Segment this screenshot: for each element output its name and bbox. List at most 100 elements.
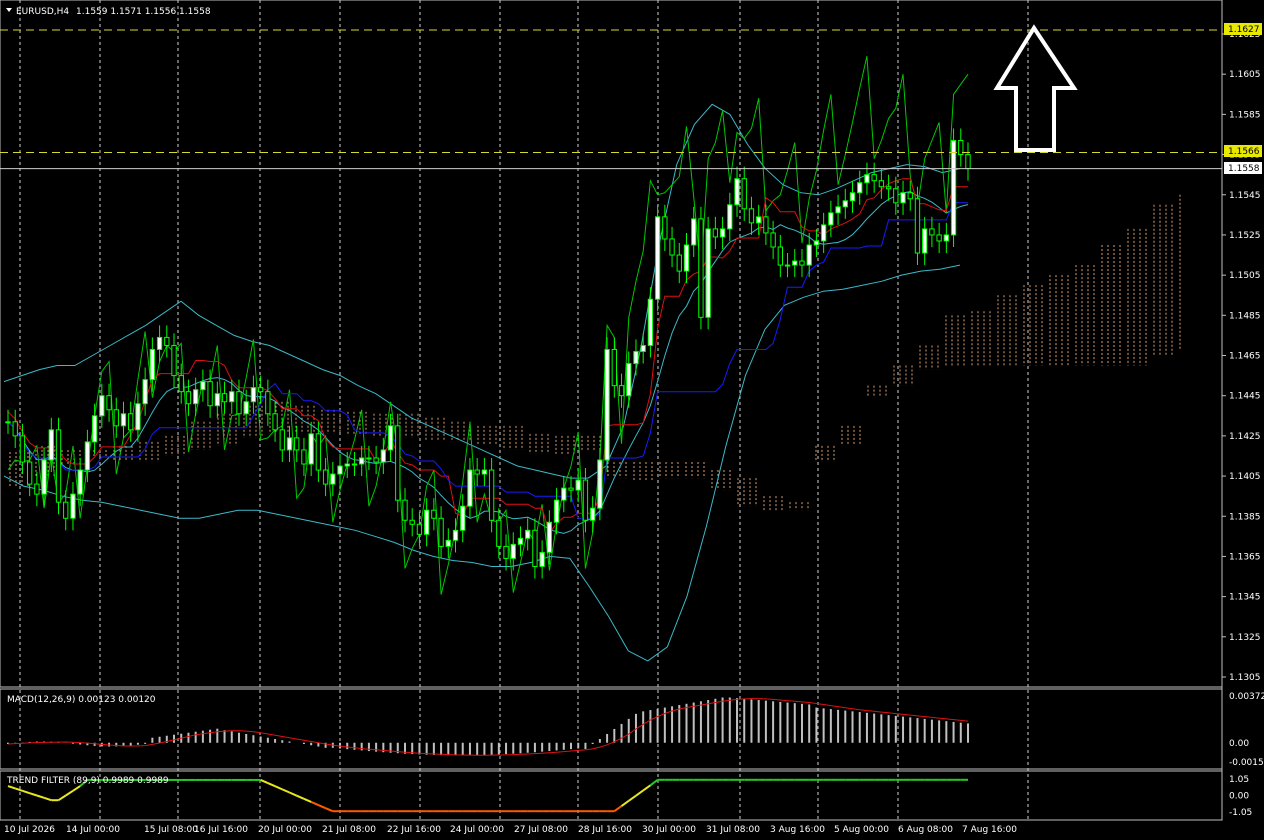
candle-body (669, 238, 675, 256)
candle-body (503, 545, 509, 559)
candle-body (864, 174, 870, 184)
time-label: 6 Aug 08:00 (898, 825, 953, 835)
time-label: 3 Aug 16:00 (770, 825, 825, 835)
candle-body (929, 228, 935, 236)
price-label: 1.1325 (1229, 633, 1261, 643)
macd-scale-label: -0.00153 (1229, 758, 1264, 768)
candle-body (344, 463, 350, 467)
price-label: 1.1445 (1229, 392, 1261, 402)
candle-body (301, 449, 307, 465)
candle-body (286, 437, 293, 451)
candle-body (698, 218, 704, 318)
price-label: 1.1465 (1229, 352, 1261, 362)
candle-body (633, 350, 639, 365)
candle-body (330, 473, 336, 485)
candle-body (532, 529, 538, 567)
candle-body (618, 385, 625, 397)
candle-body (561, 487, 567, 501)
candle-body (265, 391, 271, 415)
trend-plot-area[interactable] (0, 770, 1223, 821)
candle-body (387, 425, 394, 451)
candle-body (322, 469, 329, 485)
time-label: 24 Jul 00:00 (450, 825, 504, 835)
candle-body (315, 433, 322, 471)
candle-body (705, 228, 711, 318)
candle-body (445, 539, 451, 547)
macd-plot-area[interactable] (0, 688, 1223, 770)
price-label: 1.1585 (1229, 110, 1261, 120)
candle-body (70, 493, 76, 519)
time-label: 28 Jul 16:00 (578, 825, 632, 835)
candle-body (770, 232, 776, 248)
candle-body (589, 507, 596, 521)
chart-canvas[interactable]: 1.16251.16051.15851.15651.15451.15251.15… (0, 0, 1264, 840)
candle-body (156, 336, 163, 350)
trend-filter-label: TREND FILTER (89,9) 0.9989 0.9989 (6, 776, 169, 786)
candle-body (640, 344, 646, 352)
macd-scale-label: 0.00372 (1229, 692, 1264, 702)
candle-body (842, 200, 848, 208)
candle-body (835, 206, 841, 214)
candle-body (294, 437, 300, 451)
candle-body (893, 188, 899, 204)
candle-body (647, 298, 654, 346)
candle-body (12, 421, 18, 437)
candle-body (813, 240, 820, 246)
time-label: 15 Jul 08:00 (144, 825, 198, 835)
candle-body (91, 415, 98, 443)
candle-body (106, 395, 112, 411)
level-tag-mid-text: 1.1566 (1228, 147, 1260, 157)
candle-body (676, 254, 682, 272)
candle-body (525, 529, 531, 539)
time-label: 16 Jul 16:00 (194, 825, 248, 835)
candle-body (402, 499, 408, 521)
candle-body (193, 389, 199, 405)
price-label: 1.1425 (1229, 432, 1261, 442)
candle-body (763, 216, 769, 234)
candle-body (359, 457, 365, 465)
candle-body (351, 463, 358, 466)
candle-body (380, 449, 387, 463)
candle-body (416, 523, 423, 535)
candle-body (546, 521, 553, 553)
candle-body (777, 246, 783, 266)
bid-tag-text: 1.1558 (1228, 164, 1260, 174)
candle-body (950, 139, 957, 236)
candle-body (611, 348, 617, 387)
price-axis[interactable]: 1.16251.16051.15851.15651.15451.15251.15… (1222, 30, 1261, 683)
candle-body (582, 479, 589, 521)
candle-body (26, 461, 33, 485)
candle-body (799, 260, 805, 266)
time-label: 10 Jul 2026 (4, 825, 55, 835)
candle-body (431, 509, 437, 519)
candle-body (784, 264, 791, 267)
candle-body (943, 234, 950, 242)
candle-body (662, 216, 668, 240)
candle-body (828, 212, 834, 226)
candle-body (597, 459, 603, 509)
candle-body (135, 403, 141, 431)
candle-body (727, 204, 733, 230)
time-label: 22 Jul 16:00 (387, 825, 441, 835)
candle-body (806, 244, 812, 266)
candle-body (243, 401, 249, 415)
time-label: 31 Jul 08:00 (706, 825, 760, 835)
main-plot-area[interactable] (0, 0, 1223, 688)
candle-body (481, 469, 488, 475)
candle-body (5, 421, 11, 424)
candle-body (63, 501, 69, 519)
candle-body (575, 479, 581, 491)
candle-body (936, 234, 942, 242)
candle-body (41, 459, 47, 495)
candle-body (185, 391, 192, 405)
candle-body (84, 441, 91, 471)
candle-body (171, 344, 177, 377)
price-label: 1.1525 (1229, 231, 1261, 241)
time-axis[interactable]: 10 Jul 2026 14 Jul 00:00 15 Jul 08:0016 Ju… (4, 825, 1017, 835)
candle-body (756, 216, 762, 224)
time-label: 14 Jul 00:00 (66, 825, 120, 835)
candle-body (142, 379, 148, 405)
candle-body (423, 509, 430, 535)
time-label: 5 Aug 00:00 (834, 825, 889, 835)
candle-body (395, 425, 401, 501)
